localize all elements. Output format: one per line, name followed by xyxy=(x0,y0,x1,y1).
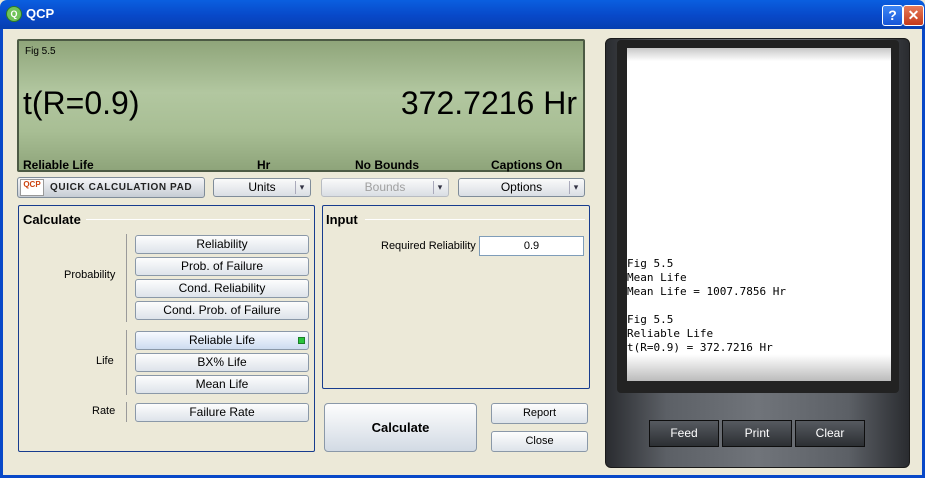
rate-divider xyxy=(126,402,127,422)
qcp-app-icon: Q xyxy=(6,6,22,22)
life-divider xyxy=(126,330,127,395)
printout-line: Fig 5.5 xyxy=(627,257,674,270)
bounds-dropdown: Bounds ▾ xyxy=(321,178,449,197)
printout-line: Mean Life = 1007.7856 Hr xyxy=(627,285,786,298)
calculate-heading: Calculate xyxy=(23,212,81,227)
printout-line: Reliable Life xyxy=(627,327,714,340)
cond-reliability-button[interactable]: Cond. Reliability xyxy=(135,279,309,298)
close-window-button[interactable]: ✕ xyxy=(903,5,924,26)
display-value: 372.7216 Hr xyxy=(400,85,577,121)
units-label: Units xyxy=(248,180,276,194)
probability-divider xyxy=(126,234,127,322)
printout-line: Fig 5.5 xyxy=(627,313,674,326)
reliability-button[interactable]: Reliability xyxy=(135,235,309,254)
rate-label: Rate xyxy=(92,405,116,417)
mean-life-button[interactable]: Mean Life xyxy=(135,375,309,394)
reliable-life-label: Reliable Life xyxy=(188,333,256,347)
prob-of-failure-button[interactable]: Prob. of Failure xyxy=(135,257,309,276)
status-units: Hr xyxy=(257,158,271,172)
calculate-divider xyxy=(86,219,310,220)
chevron-down-icon: ▾ xyxy=(569,181,582,194)
chevron-down-icon: ▾ xyxy=(295,181,308,194)
clear-button[interactable]: Clear xyxy=(795,420,865,447)
result-display: Fig 5.5 t(R=0.9) 372.7216 Hr Reliable Li… xyxy=(17,39,585,172)
input-divider xyxy=(365,219,585,220)
chevron-down-icon: ▾ xyxy=(433,181,446,194)
printout-line: Mean Life xyxy=(627,271,687,284)
status-calculation: Reliable Life xyxy=(23,158,94,172)
qcp-label: QUICK CALCULATION PAD xyxy=(50,182,193,193)
options-dropdown[interactable]: Options ▾ xyxy=(458,178,585,197)
options-label: Options xyxy=(500,180,543,194)
bounds-label: Bounds xyxy=(364,180,406,194)
life-label: Life xyxy=(96,355,114,367)
failure-rate-button[interactable]: Failure Rate xyxy=(135,403,309,422)
help-button[interactable]: ? xyxy=(882,5,903,26)
reliable-life-button[interactable]: Reliable Life xyxy=(135,331,309,350)
close-button[interactable]: Close xyxy=(491,431,588,452)
bx-life-button[interactable]: BX% Life xyxy=(135,353,309,372)
title-bar: Q QCP ? ✕ xyxy=(0,0,925,29)
input-panel xyxy=(322,205,590,389)
window-title: QCP xyxy=(26,6,55,21)
selected-indicator-icon xyxy=(298,337,305,344)
calculate-button[interactable]: Calculate xyxy=(324,403,477,452)
probability-label: Probability xyxy=(64,269,116,281)
status-bounds: No Bounds xyxy=(355,158,419,172)
required-reliability-label: Required Reliability xyxy=(381,240,476,252)
display-fig: Fig 5.5 xyxy=(25,46,56,57)
printout-line: t(R=0.9) = 372.7216 Hr xyxy=(627,341,773,354)
quick-calculation-pad-button[interactable]: QCP QUICK CALCULATION PAD xyxy=(17,177,205,198)
print-button[interactable]: Print xyxy=(722,420,792,447)
report-button[interactable]: Report xyxy=(491,403,588,424)
status-captions: Captions On xyxy=(491,158,563,172)
display-expression: t(R=0.9) xyxy=(23,85,140,121)
required-reliability-input[interactable] xyxy=(479,236,584,256)
units-dropdown[interactable]: Units ▾ xyxy=(213,178,311,197)
input-heading: Input xyxy=(326,212,358,227)
qcp-logo-icon: QCP xyxy=(20,179,44,196)
feed-button[interactable]: Feed xyxy=(649,420,719,447)
cond-prob-of-failure-button[interactable]: Cond. Prob. of Failure xyxy=(135,301,309,320)
